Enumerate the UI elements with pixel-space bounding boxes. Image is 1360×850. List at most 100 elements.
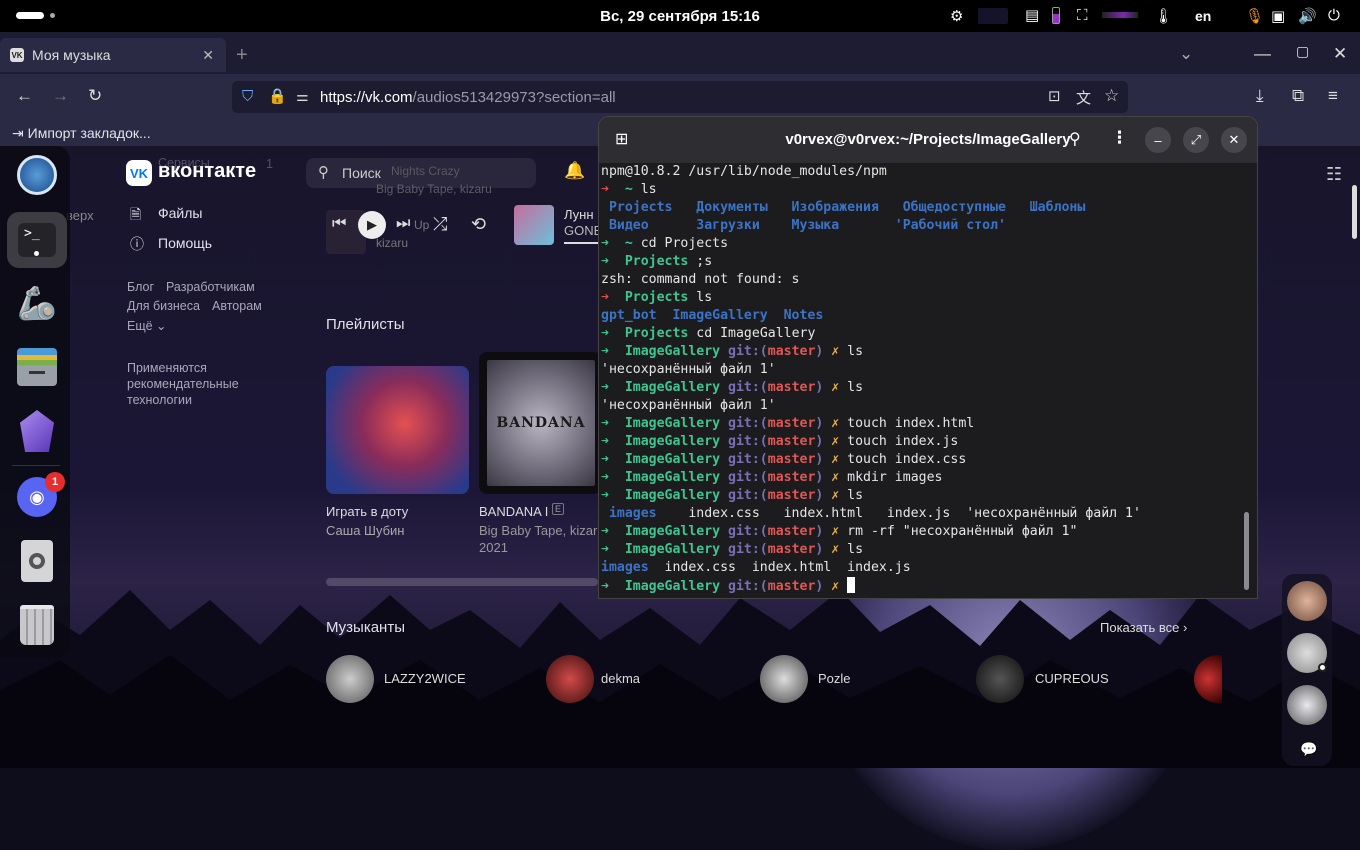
list-tabs-chevron-down-icon[interactable]: ⌄	[1179, 44, 1193, 64]
dock-app-trash[interactable]	[12, 600, 62, 650]
menu-kebab-icon[interactable]: ⋮	[1111, 128, 1128, 148]
progress-bar[interactable]	[564, 242, 604, 244]
menu-services[interactable]: Сервисы	[158, 156, 210, 170]
extensions-icon[interactable]: ⧉	[1292, 86, 1304, 106]
activities-indicator[interactable]	[16, 12, 44, 19]
shuffle-icon[interactable]: ⤮	[433, 214, 447, 235]
chat-avatar[interactable]	[1287, 581, 1327, 621]
track-artist-2: kizaru	[376, 236, 409, 250]
tab-active[interactable]: VK Моя музыка ✕	[0, 38, 226, 72]
next-track-cover[interactable]	[514, 205, 554, 245]
maximize-icon[interactable]: ⤢	[1183, 127, 1209, 153]
menu-files[interactable]: Файлы	[158, 205, 202, 221]
playlist-title[interactable]: BANDANA I	[479, 504, 548, 519]
playlists-scrollbar[interactable]	[326, 578, 598, 586]
footer-link-blog[interactable]: Блог	[127, 280, 154, 294]
close-tab-icon[interactable]: ✕	[202, 47, 214, 64]
playlist-cover[interactable]	[326, 366, 469, 494]
volume-icon[interactable]: 🔊	[1298, 7, 1317, 25]
minimize-window-icon[interactable]: —	[1254, 44, 1271, 64]
repeat-icon[interactable]: ⟲	[471, 214, 486, 235]
import-bookmarks-icon[interactable]: ⇥	[12, 125, 24, 141]
terminal-scrollbar[interactable]	[1244, 512, 1249, 590]
bookmark-star-icon[interactable]: ☆	[1104, 86, 1119, 106]
keyboard-layout[interactable]: en	[1195, 8, 1211, 24]
next-track-icon[interactable]: ⏭	[396, 215, 410, 233]
search-icon[interactable]: ⚲	[1069, 129, 1081, 149]
musician-avatar[interactable]	[976, 655, 1024, 703]
terminal-output[interactable]: npm@10.8.2 /usr/lib/node_modules/npm ➜ ~ …	[601, 163, 1241, 598]
vk-logo-icon[interactable]: VK	[126, 160, 152, 186]
screen-icon[interactable]: ▣	[1271, 7, 1285, 25]
dock-app-browser[interactable]	[12, 150, 62, 200]
footer-link-developers[interactable]: Разработчикам	[166, 280, 255, 294]
dock-app-drive[interactable]	[12, 536, 62, 586]
lock-icon[interactable]: 🔒	[268, 87, 287, 105]
page-scrollbar[interactable]	[1352, 185, 1357, 239]
forward-arrow-icon[interactable]: →	[52, 86, 69, 106]
menu-help[interactable]: Помощь	[158, 235, 212, 251]
play-button[interactable]: ▶	[358, 211, 386, 239]
downloads-icon[interactable]: ⤓	[1256, 86, 1264, 106]
cpu-icon[interactable]: ⚙	[950, 7, 963, 25]
scroll-up-link[interactable]: верх	[66, 208, 94, 223]
playlist-author[interactable]: Big Baby Tape, kizar	[479, 523, 597, 538]
dock-app-terminal[interactable]: >_	[7, 212, 67, 268]
terminal-text: ➜	[601, 470, 617, 485]
dock-app-files[interactable]	[12, 342, 62, 392]
terminal-text: ImageGallery	[616, 488, 729, 503]
footer-link-business[interactable]: Для бизнеса	[127, 299, 200, 313]
footer-link-authors[interactable]: Авторам	[212, 299, 262, 313]
next-track-title[interactable]: Лунн	[564, 207, 594, 222]
cpu-graph	[978, 8, 1008, 24]
permissions-icon[interactable]: ⚌	[296, 88, 309, 105]
show-all-link[interactable]: Показать все ›	[1100, 620, 1187, 635]
menu-hamburger-icon[interactable]: ≡	[1328, 86, 1338, 106]
musician-name[interactable]: CUPREOUS	[1035, 671, 1109, 686]
playlist-author[interactable]: Саша Шубин	[326, 523, 404, 538]
chat-avatar[interactable]	[1287, 685, 1327, 725]
dock-app-obsidian[interactable]	[12, 406, 62, 456]
memory-icon[interactable]: ▤	[1025, 6, 1039, 24]
musician-avatar[interactable]	[326, 655, 374, 703]
musician-name[interactable]: LAZZY2WICE	[384, 671, 466, 686]
picture-in-picture-icon[interactable]: ⊡	[1048, 87, 1061, 105]
translate-icon[interactable]: 文	[1076, 87, 1091, 108]
playlist-title[interactable]: Играть в доту	[326, 504, 408, 519]
terminal-text: master	[767, 470, 816, 485]
network-icon[interactable]: ⛶	[1077, 7, 1088, 24]
close-window-icon[interactable]: ✕	[1333, 44, 1347, 64]
reload-icon[interactable]: ↻	[88, 86, 102, 106]
tracking-shield-icon[interactable]: ⛉	[242, 88, 253, 105]
terminal-text: ImageGallery	[616, 579, 729, 594]
musician-avatar[interactable]	[546, 655, 594, 703]
footer-link-more[interactable]: Ещё ⌄	[127, 318, 167, 333]
notifications-bell-icon[interactable]: 🔔	[564, 161, 585, 181]
terminal-window[interactable]: ⊞ v0rvex@v0rvex:~/Projects/ImageGallery …	[599, 117, 1257, 598]
power-icon[interactable]: ⏻	[1328, 7, 1340, 24]
terminal-line: ➜ Projects ;s	[601, 253, 1241, 271]
maximize-window-icon[interactable]: ▢	[1296, 43, 1309, 60]
minimize-icon[interactable]: –	[1145, 127, 1171, 153]
terminal-text: images	[601, 560, 649, 575]
filters-settings-icon[interactable]: ☷	[1326, 164, 1342, 185]
workspace-dot[interactable]	[50, 13, 55, 18]
dock-app-robot-arm[interactable]: 🦾	[12, 278, 62, 328]
terminal-text: master	[767, 452, 816, 467]
thermometer-icon[interactable]: 🌡	[1154, 7, 1173, 25]
terminal-line: 'несохранённый файл 1'	[601, 397, 1241, 415]
terminal-text: ➜	[601, 488, 617, 503]
musician-name[interactable]: dekma	[601, 671, 640, 686]
terminal-text: ✗	[823, 524, 848, 539]
musician-avatar[interactable]	[760, 655, 808, 703]
close-icon[interactable]: ✕	[1221, 127, 1247, 153]
musician-name[interactable]: Pozle	[818, 671, 851, 686]
chat-bubble-icon[interactable]: 💬	[1300, 741, 1317, 758]
terminal-line: Видео Загрузки Музыка 'Рабочий стол'	[601, 217, 1241, 235]
url-bar[interactable]: https://vk.com/audios513429973?section=a…	[232, 81, 1128, 113]
microphone-icon[interactable]: 🎙	[1245, 7, 1264, 25]
new-tab-icon[interactable]: +	[236, 44, 248, 67]
import-bookmarks-link[interactable]: Импорт закладок...	[28, 125, 151, 141]
back-arrow-icon[interactable]: ←	[16, 86, 33, 106]
previous-track-icon[interactable]: ⏮	[332, 215, 346, 233]
